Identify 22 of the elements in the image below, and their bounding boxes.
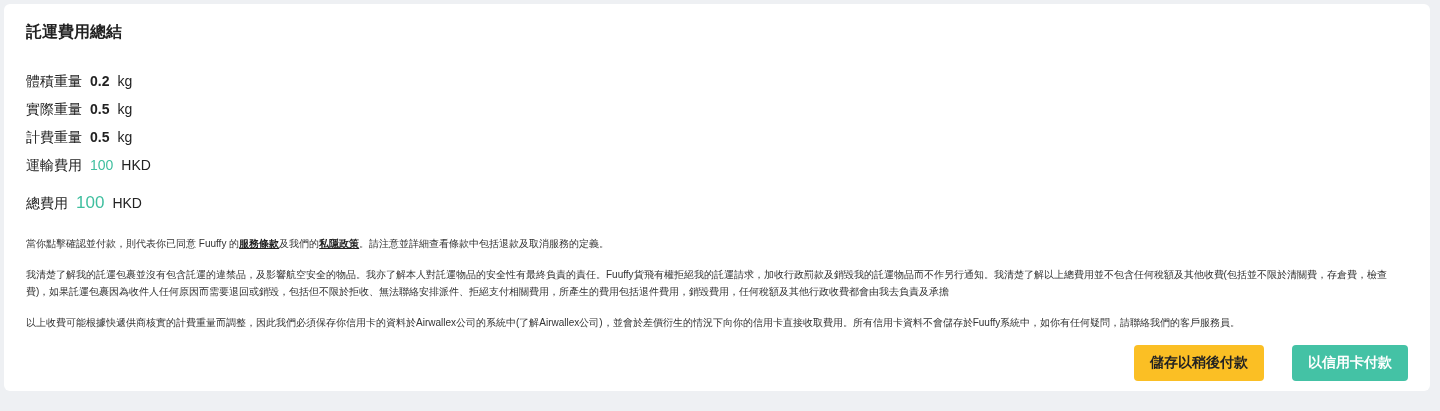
save-for-later-button[interactable]: 儲存以稍後付款 [1134, 345, 1264, 381]
weight-unit: kg [117, 101, 133, 117]
fee-label: 運輸費用 [26, 157, 82, 175]
fee-amount: 100 [90, 157, 114, 173]
weight-label: 計費重量 [26, 129, 82, 147]
fee-label: 總費用 [26, 195, 68, 213]
fee-amount: 100 [76, 193, 105, 213]
terms-paragraph: 我清楚了解我的託運包裹並沒有包含託運的違禁品，及影響航空安全的物品。我亦了解本人對託運物品的安全性有最終負責的責任。Fuuffy貨飛有權拒絕我的託運請求，加收行政罰款及銷毀我的託運物品而不作另行通知。我清楚了解以上總費用並不包含任何稅額及其他收費(包括並不限於清關費，存倉費，檢查費)，如果託運包裹因為收件人任何原因而需要退回或銷毀，包括但不限於拒收、無法聯絡安排派件、拒絕支付相關費用，所產生的費用包括退件費用，銷毀費用，任何稅額及其他行政收費都會由我去負責及承擔 [26, 268, 1388, 299]
terms-paragraph: 當你點擊確認並付款，則代表你已同意 Fuuffy 的服務條款及我們的私隱政策。請注意並詳細查看條款中包括退款及取消服務的定義。 [26, 237, 611, 251]
weight-value: 0.2 [90, 73, 110, 89]
currency-label: HKD [121, 157, 151, 173]
card-title: 託運費用總結 [26, 22, 123, 42]
weight-label: 實際重量 [26, 101, 82, 119]
currency-label: HKD [112, 195, 142, 211]
terms-paragraph: 以上收費可能根據快遞供商核實的計費重量而調整，因此我們必須保存你信用卡的資料於Airwallex公司的系統中(了解Airwallex公司)，並會於差價衍生的情況下向你的信用卡直接收取費用。所有信用卡資料不會儲存於Fuuffy系統中，如你有任何疑問，請聯絡我們的客戶服務員。 [26, 316, 1242, 330]
policy-link[interactable]: 服務條款 [239, 238, 280, 249]
weight-value: 0.5 [90, 101, 110, 117]
weight-unit: kg [117, 73, 133, 89]
policy-link[interactable]: 私隱政策 [319, 238, 360, 249]
weight-label: 體積重量 [26, 73, 82, 91]
weight-value: 0.5 [90, 129, 110, 145]
weight-unit: kg [117, 129, 133, 145]
